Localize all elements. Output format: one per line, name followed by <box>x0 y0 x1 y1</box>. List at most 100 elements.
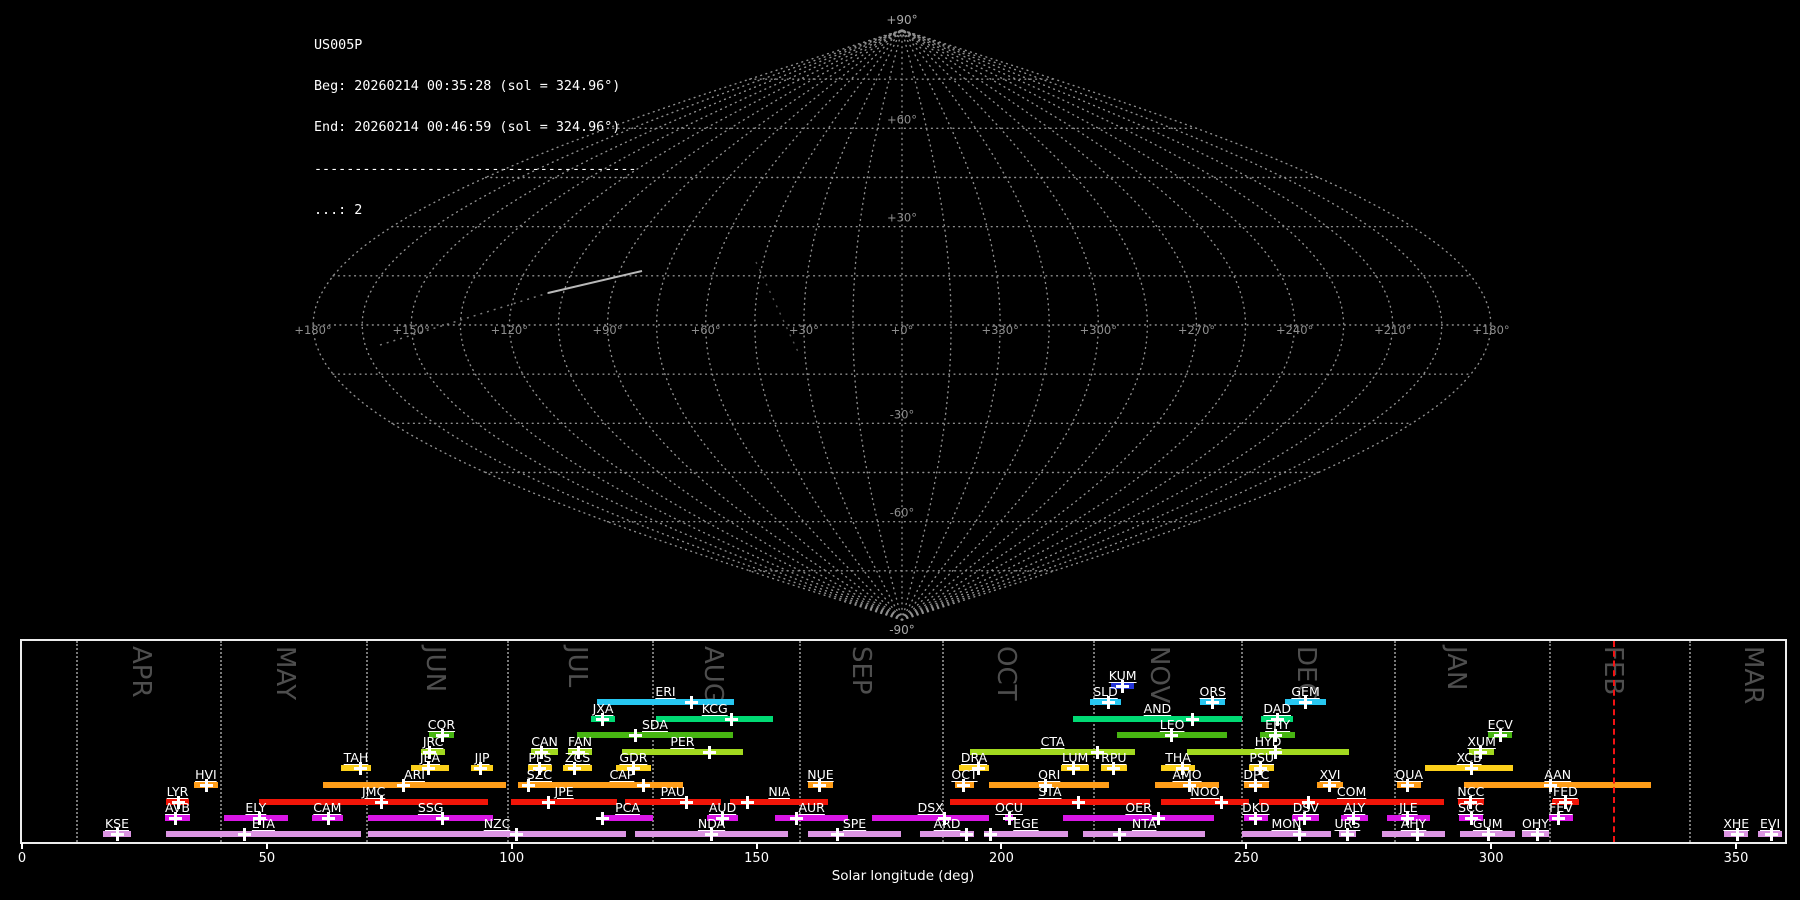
peak-marker-OHY <box>1530 827 1544 841</box>
latitude-label: +60° <box>887 112 917 126</box>
meteor-activity-screen: { "header": { "station": "US005P", "begi… <box>0 0 1800 900</box>
month-label-JUL: JUL <box>561 646 592 688</box>
shower-label-PER: PER <box>670 734 695 749</box>
peak-marker-ARD <box>959 827 973 841</box>
peak-marker-EVI <box>1764 827 1778 841</box>
peak-marker-XVI <box>1322 778 1336 792</box>
shower-bar-AND <box>1072 716 1242 722</box>
meteor-trail <box>379 292 549 346</box>
peak-marker-URS <box>1340 827 1354 841</box>
equator-label: +210° <box>1374 323 1411 337</box>
pole-label-bottom: -90° <box>889 623 915 636</box>
shower-label-SDA: SDA <box>642 717 668 732</box>
axis-tick-label-0: 0 <box>17 851 27 866</box>
peak-marker-SPE <box>831 827 845 841</box>
latitude-label: +30° <box>887 211 917 225</box>
peak-marker-AVB <box>169 811 183 825</box>
peak-marker-MON <box>1292 827 1306 841</box>
peak-marker-XHE <box>1730 827 1744 841</box>
month-label-APR: APR <box>126 646 156 698</box>
equator-label: +240° <box>1276 323 1313 337</box>
month-label-SEP: SEP <box>845 646 876 695</box>
peak-marker-KCG <box>724 712 738 726</box>
shower-bar-ETA <box>165 831 361 837</box>
current-sol-line <box>1613 641 1616 842</box>
x-axis-title: Solar longitude (deg) <box>831 868 975 884</box>
month-label-AUG: AUG <box>697 646 728 703</box>
shower-label-CTA: CTA <box>1040 734 1065 749</box>
shower-label-ERI: ERI <box>655 684 676 699</box>
peak-marker-SDA <box>628 728 642 742</box>
shower-label-CAP: CAP <box>609 767 635 782</box>
peak-marker-NTA <box>1113 827 1127 841</box>
shower-label-COM: COM <box>1336 784 1367 799</box>
peak-marker-XCB <box>1464 761 1478 775</box>
peak-marker-GUM <box>1481 827 1495 841</box>
equator-label: +60° <box>691 323 721 337</box>
peak-marker-FEV <box>1552 811 1566 825</box>
peak-marker-OCT <box>956 778 970 792</box>
peak-marker-KSE <box>111 827 125 841</box>
shower-label-PCA: PCA <box>615 800 640 815</box>
axis-tick-150 <box>755 843 758 849</box>
shower-bar-JMC <box>259 799 489 805</box>
peak-marker-GEM <box>1298 695 1312 709</box>
peak-marker-JXA <box>596 712 610 726</box>
equator-label: +300° <box>1080 323 1117 337</box>
equator-label: +180° <box>1472 323 1509 337</box>
equator-label: +330° <box>981 323 1018 337</box>
peak-marker-TAH <box>354 761 368 775</box>
shower-label-NIA: NIA <box>768 784 790 799</box>
equator-label: +180° <box>294 323 331 337</box>
peak-marker-HVI <box>199 778 213 792</box>
peak-marker-KUM <box>1116 679 1130 693</box>
shower-label-ETA: ETA <box>251 816 275 831</box>
shower-bar-NZC <box>368 831 626 837</box>
peak-marker-PAU <box>679 795 693 809</box>
axis-tick-label-250: 250 <box>1233 851 1259 866</box>
shower-bar-STA <box>950 799 1150 805</box>
month-boundary-APR <box>76 641 79 842</box>
month-boundary-JUN <box>365 641 368 842</box>
axis-tick-label-300: 300 <box>1478 851 1504 866</box>
shower-label-SPE: SPE <box>842 816 867 831</box>
peak-marker-LEO <box>1165 728 1179 742</box>
peak-marker-STA <box>1072 795 1086 809</box>
axis-tick-250 <box>1245 843 1248 849</box>
month-label-NOV: NOV <box>1144 646 1175 704</box>
peak-marker-SLD <box>1101 695 1115 709</box>
peak-marker-ETA <box>238 827 252 841</box>
peak-marker-PCA <box>596 811 610 825</box>
shower-bar-AUR <box>775 815 849 821</box>
peak-marker-LUM <box>1067 761 1081 775</box>
peak-marker-CAP <box>637 778 651 792</box>
axis-tick-label-50: 50 <box>258 851 276 866</box>
peak-marker-AUR <box>789 811 803 825</box>
month-boundary-JUL <box>507 641 510 842</box>
peak-marker-NDA <box>704 827 718 841</box>
sky-map: +90° -90° +60° +30° -30° -60° +180° +150° +120° +… <box>294 13 1509 636</box>
peak-marker-AND <box>1186 712 1200 726</box>
peak-marker-SZC <box>522 778 536 792</box>
peak-marker-NOO <box>1215 795 1229 809</box>
latitude-label: -30° <box>890 407 915 421</box>
peak-marker-AHY <box>1410 827 1424 841</box>
pole-label-top: +90° <box>886 13 917 27</box>
equator-label: +150° <box>392 323 429 337</box>
shower-bar-PCA <box>601 815 654 821</box>
axis-tick-label-100: 100 <box>499 851 525 866</box>
month-boundary-MAR <box>1688 641 1691 842</box>
shower-bar-SSG <box>368 815 494 821</box>
activity-timeline: APR MAY JUN JUL AUG SEP OCT NOV DEC JAN FEB MAR KUM E… <box>20 639 1787 844</box>
axis-tick-300 <box>1490 843 1493 849</box>
peak-marker-JMC <box>375 795 389 809</box>
equator-label: +120° <box>491 323 528 337</box>
peak-marker-NZC <box>509 827 523 841</box>
month-label-JAN: JAN <box>1440 646 1471 691</box>
peak-marker-PER <box>702 745 716 759</box>
shower-bar-NTA <box>1083 831 1206 837</box>
peak-marker-DPC <box>1248 778 1262 792</box>
equator-label: +30° <box>789 323 819 337</box>
peak-marker-RPU <box>1106 761 1120 775</box>
shower-label-OER: OER <box>1125 800 1152 815</box>
